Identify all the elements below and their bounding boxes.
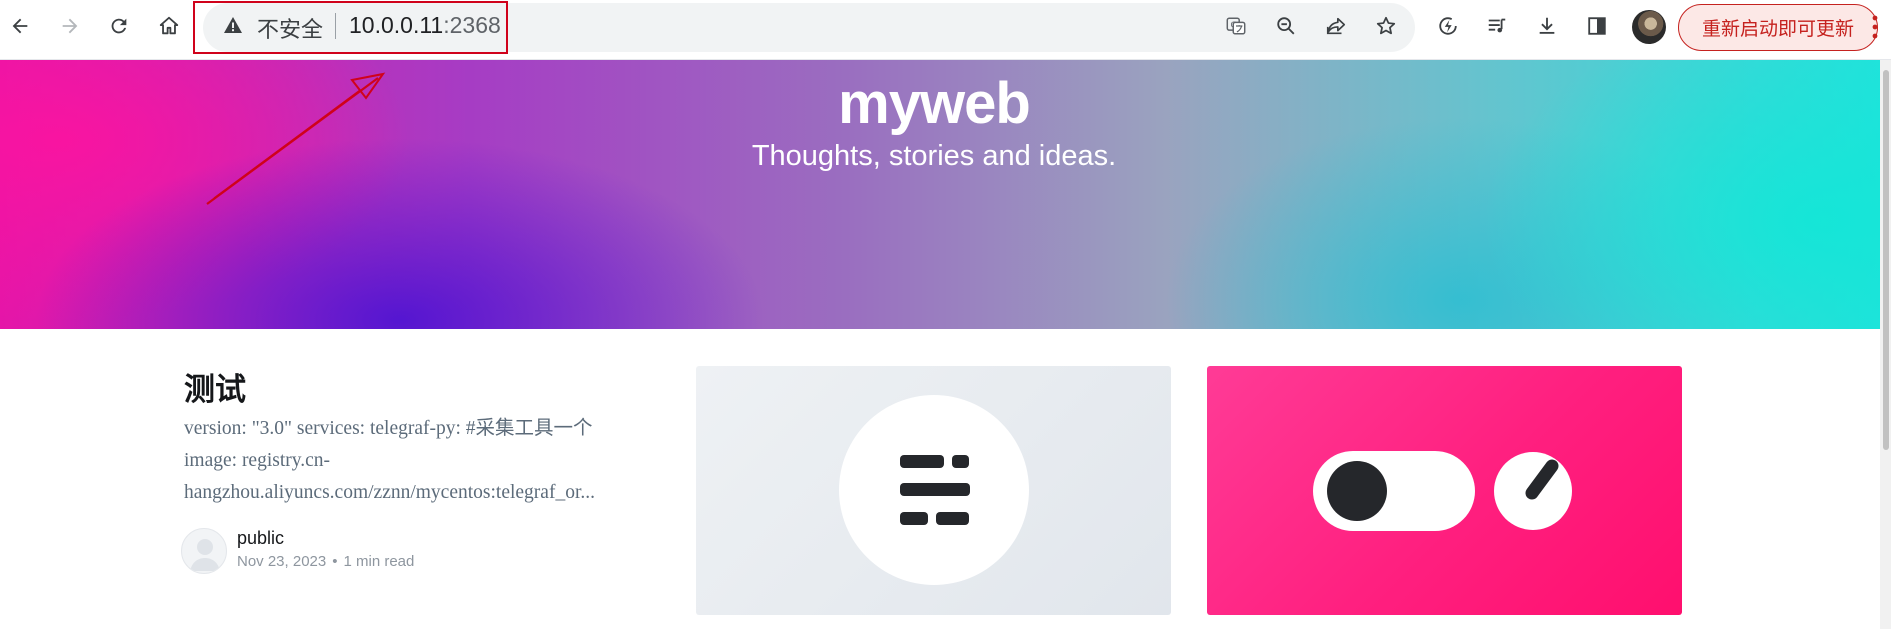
- site-header: myweb Thoughts, stories and ideas.: [0, 60, 1880, 329]
- share-icon[interactable]: [1320, 10, 1352, 42]
- profile-avatar-icon[interactable]: [1632, 10, 1666, 44]
- post-title[interactable]: 测试: [184, 364, 246, 409]
- translate-icon[interactable]: G: [1220, 10, 1252, 42]
- forward-icon[interactable]: [54, 10, 86, 42]
- user-placeholder-icon: [190, 539, 220, 571]
- menu-icon[interactable]: [1868, 12, 1882, 42]
- download-icon[interactable]: [1531, 10, 1563, 42]
- url-text[interactable]: 10.0.0.11:2368: [349, 12, 501, 39]
- post-meta: Nov 23, 2023 • 1 min read: [237, 553, 414, 570]
- toggle-switch-icon: [1313, 451, 1572, 531]
- author-name[interactable]: public: [237, 528, 284, 549]
- editor-text-icon: [839, 395, 1029, 585]
- bookmark-star-icon[interactable]: [1370, 10, 1402, 42]
- author-avatar[interactable]: [181, 528, 227, 574]
- reload-icon[interactable]: [103, 10, 135, 42]
- browser-toolbar: 不安全 10.0.0.11:2368 G 重新启动即可更新: [0, 0, 1891, 60]
- meta-separator: •: [332, 553, 338, 570]
- excerpt-line: hangzhou.aliyuncs.com/zznn/mycentos:tele…: [184, 482, 595, 503]
- url-port: :2368: [443, 12, 501, 38]
- media-queue-icon[interactable]: [1481, 10, 1513, 42]
- post-excerpt[interactable]: version: "3.0" services: telegraf-py: #采…: [184, 413, 664, 509]
- performance-icon[interactable]: [1432, 10, 1464, 42]
- side-panel-icon[interactable]: [1581, 10, 1613, 42]
- excerpt-line: image: registry.cn-: [184, 450, 331, 471]
- url-separator: [335, 13, 336, 39]
- post-card-image[interactable]: [1207, 366, 1682, 615]
- restart-to-update-button[interactable]: 重新启动即可更新: [1678, 4, 1878, 51]
- zoom-out-icon[interactable]: [1270, 10, 1302, 42]
- read-time: 1 min read: [343, 553, 415, 570]
- home-icon[interactable]: [153, 10, 185, 42]
- security-label[interactable]: 不安全: [257, 12, 323, 44]
- site-title[interactable]: myweb: [0, 70, 1868, 137]
- scrollbar-thumb[interactable]: [1883, 70, 1889, 450]
- warning-icon[interactable]: [223, 15, 243, 35]
- site-description: Thoughts, stories and ideas.: [751, 140, 1117, 172]
- post-card-image[interactable]: [696, 366, 1171, 615]
- post-date: Nov 23, 2023: [237, 553, 327, 570]
- url-host: 10.0.0.11: [349, 12, 444, 38]
- back-icon[interactable]: [4, 10, 36, 42]
- excerpt-line: version: "3.0" services: telegraf-py: #采…: [184, 418, 593, 439]
